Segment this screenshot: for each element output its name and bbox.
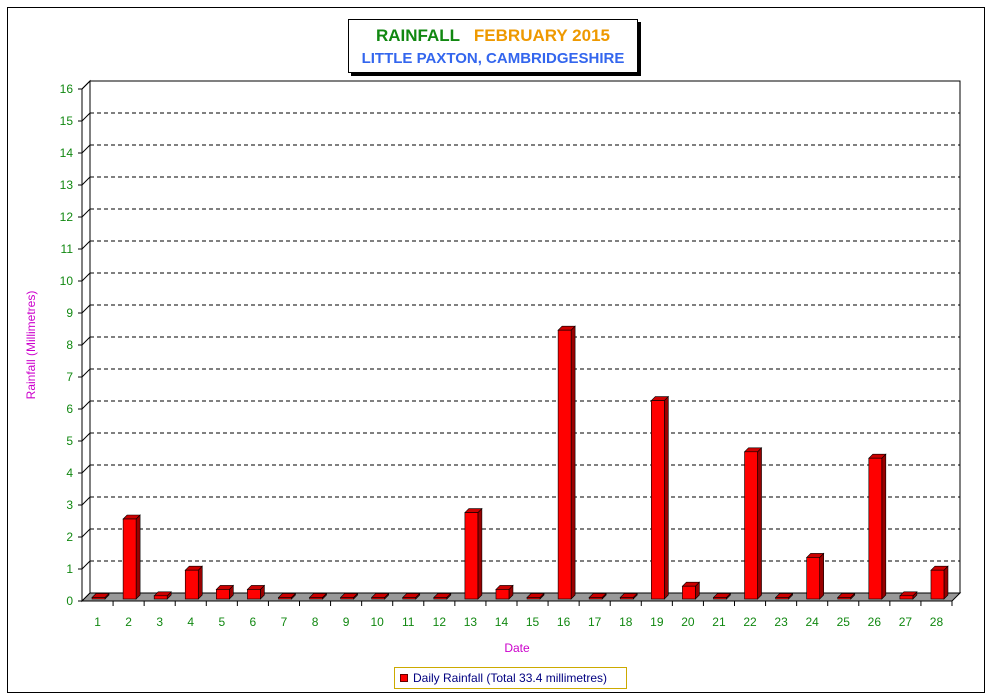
y-tick-label: 1: [66, 562, 73, 576]
bar-side: [570, 325, 576, 600]
x-tick-label: 11: [402, 615, 415, 629]
legend-swatch: [400, 674, 408, 682]
x-tick-label: 22: [743, 615, 757, 629]
bar: [557, 329, 572, 600]
y-tick-label: 0: [66, 594, 73, 608]
bar: [278, 597, 292, 600]
x-tick-label: 23: [774, 615, 788, 629]
bar: [837, 597, 852, 600]
y-tick-label: 16: [60, 82, 74, 96]
bar: [464, 512, 479, 600]
x-tick-label: 5: [218, 615, 225, 629]
bar-side: [477, 507, 483, 600]
y-tick-label: 10: [60, 274, 74, 288]
bar: [247, 589, 261, 600]
bar: [806, 557, 820, 600]
bar-side: [664, 395, 669, 600]
x-tick-label: 7: [281, 615, 288, 629]
x-tick-label: 19: [650, 615, 664, 629]
y-tick-label: 11: [61, 242, 74, 256]
x-tick-label: 18: [619, 615, 633, 629]
x-tick-label: 2: [125, 615, 132, 629]
x-tick-label: 24: [805, 615, 819, 629]
bar: [775, 597, 789, 600]
y-tick-label: 3: [66, 498, 73, 512]
bar: [371, 597, 385, 600]
x-tick-label: 3: [156, 615, 163, 629]
bar: [526, 597, 541, 600]
x-tick-label: 13: [464, 615, 478, 629]
x-tick-label: 10: [370, 615, 384, 629]
bar: [713, 597, 727, 600]
y-tick-label: 7: [66, 370, 73, 384]
chart-title-box: RAINFALL FEBRUARY 2015 LITTLE PAXTON, CA…: [348, 19, 638, 73]
bar: [495, 589, 510, 600]
x-tick-label: 21: [712, 615, 726, 629]
y-tick-label: 9: [66, 306, 73, 320]
x-tick-label: 15: [526, 615, 540, 629]
bar: [153, 595, 168, 600]
rainfall-chart: 0123456789101112131415161 2 3 4 5 6 7 8 9 10 11 12 1…: [24, 79, 962, 655]
chart-legend: Daily Rainfall (Total 33.4 millimetres): [394, 667, 627, 689]
bar-side: [757, 447, 762, 600]
y-tick-label: 6: [66, 402, 73, 416]
bar: [619, 597, 634, 600]
bar: [402, 597, 417, 600]
bar: [651, 400, 665, 600]
x-tick-label: 20: [681, 615, 695, 629]
chart-title: RAINFALL FEBRUARY 2015: [349, 26, 637, 46]
bar: [744, 451, 758, 600]
y-tick-label: 4: [66, 466, 73, 480]
plot-floor: [80, 592, 962, 602]
x-tick-label: 9: [343, 615, 350, 629]
bar: [682, 585, 696, 600]
x-tick-label: 27: [899, 615, 913, 629]
x-tick-label: 25: [837, 615, 851, 629]
bar: [899, 595, 914, 600]
x-tick-label: 12: [433, 615, 447, 629]
bar: [930, 569, 945, 600]
bar-side: [197, 565, 203, 600]
y-tick-label: 14: [60, 146, 74, 160]
bar-side: [819, 552, 824, 600]
bar: [340, 597, 354, 600]
title-month: FEBRUARY 2015: [473, 26, 610, 45]
bar: [122, 518, 137, 600]
x-tick-label: 14: [495, 615, 509, 629]
bar-side: [881, 453, 887, 600]
bar: [91, 597, 106, 600]
y-tick-label: 12: [60, 210, 74, 224]
bar: [216, 589, 230, 600]
bar-side: [135, 514, 141, 600]
legend-label: Daily Rainfall (Total 33.4 millimetres): [413, 671, 608, 685]
bar: [184, 569, 199, 600]
title-rainfall: RAINFALL: [376, 26, 460, 45]
x-tick-label: 17: [588, 615, 602, 629]
x-tick-label: 16: [557, 615, 571, 629]
x-tick-label: 4: [187, 615, 194, 629]
bar: [588, 597, 603, 600]
x-tick-label: 6: [250, 615, 257, 629]
y-axis-title: Rainfall (Millimetres): [24, 291, 38, 400]
bar: [309, 597, 323, 600]
y-tick-label: 2: [66, 530, 73, 544]
x-tick-label: 28: [930, 615, 944, 629]
y-tick-label: 13: [60, 178, 74, 192]
y-tick-label: 5: [66, 434, 73, 448]
y-tick-label: 15: [60, 114, 74, 128]
y-tick-label: 8: [66, 338, 73, 352]
x-tick-label: 8: [312, 615, 319, 629]
x-axis-title: Date: [504, 641, 530, 655]
chart-subtitle: LITTLE PAXTON, CAMBRIDGESHIRE: [361, 50, 625, 67]
bar-side: [943, 565, 949, 600]
bar: [868, 457, 883, 600]
x-tick-label: 1: [94, 615, 101, 629]
x-tick-label: 26: [868, 615, 882, 629]
bar: [433, 597, 448, 600]
